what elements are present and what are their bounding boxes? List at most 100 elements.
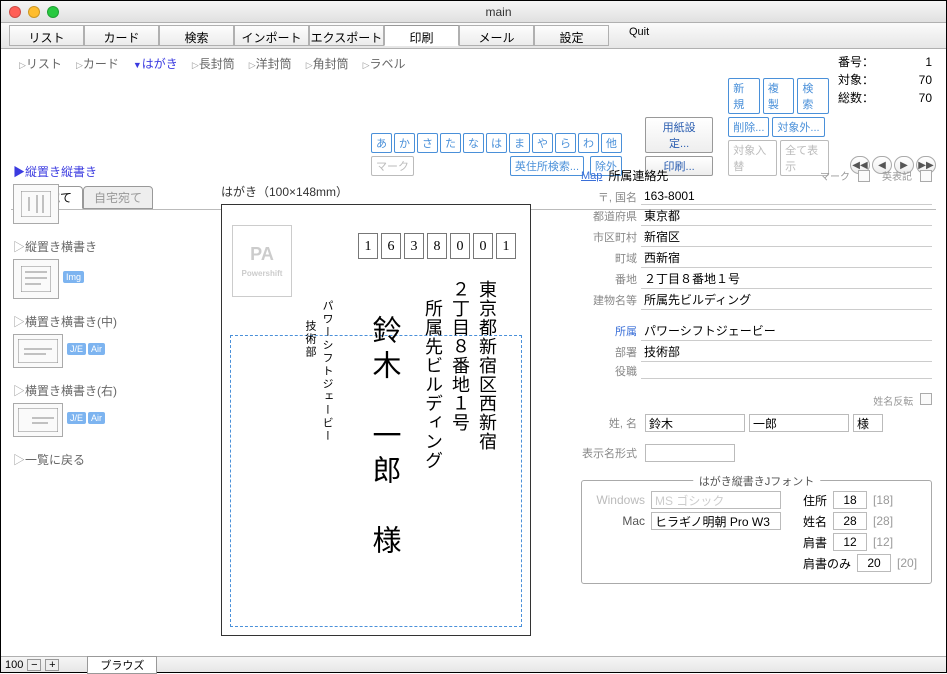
name-reverse-checkbox[interactable] [920, 393, 932, 405]
target-exclude-button[interactable]: 対象外... [772, 117, 824, 137]
tab-list[interactable]: リスト [9, 25, 84, 46]
mark-checkbox[interactable] [858, 170, 870, 182]
city-field[interactable]: 新宿区 [641, 227, 932, 247]
preview-name: 鈴木 一郎 様 [363, 315, 405, 560]
opt-vert-horiz[interactable]: ▷縦置き横書き Img [13, 238, 173, 299]
badge-air-2: Air [88, 412, 105, 424]
dept-label: 部署 [581, 344, 641, 360]
minimize-icon[interactable] [28, 6, 40, 18]
honorific-input[interactable] [853, 414, 883, 432]
shoulder-size-input[interactable] [833, 533, 867, 551]
opt-horiz-right[interactable]: ▷横置き横書き(右) J/EAir [13, 382, 173, 437]
duplicate-button[interactable]: 複製 [763, 78, 795, 114]
subtab-western-env[interactable]: ▷洋封筒 [249, 55, 292, 72]
tab-search[interactable]: 検索 [159, 25, 234, 46]
badge-je-2: J/E [67, 412, 86, 424]
dispname-label: 表示名形式 [581, 445, 641, 461]
affiliation-field[interactable]: パワーシフトジェービー [641, 321, 932, 341]
shoulder-only-default: [20] [897, 556, 917, 570]
name-label: 姓, 名 [581, 415, 641, 431]
shoulder-only-label: 肩書のみ [803, 555, 851, 572]
city-label: 市区町村 [581, 229, 641, 245]
subtab-list[interactable]: ▷リスト [19, 55, 62, 72]
lastname-input[interactable] [645, 414, 745, 432]
kana-ma[interactable]: ま [509, 133, 530, 153]
kana-na[interactable]: な [463, 133, 484, 153]
subtab-square-env[interactable]: ▷角封筒 [306, 55, 349, 72]
thumb-horiz-right-icon [13, 403, 63, 437]
kana-a[interactable]: あ [371, 133, 392, 153]
shoulder-size-label: 肩書 [803, 534, 827, 551]
subtab-card[interactable]: ▷カード [76, 55, 119, 72]
name-size-input[interactable] [833, 512, 867, 530]
town-label: 町域 [581, 250, 641, 266]
kana-sa[interactable]: さ [417, 133, 438, 153]
firstname-input[interactable] [749, 414, 849, 432]
main-toolbar: リスト カード 検索 インポート エクスポート 印刷 メール 設定 Quit [1, 23, 946, 49]
tab-card[interactable]: カード [84, 25, 159, 46]
opt-vert-vert[interactable]: ▶縦置き縦書き [13, 163, 173, 224]
shoulder-only-input[interactable] [857, 554, 891, 572]
bldg-label: 建物名等 [581, 292, 641, 308]
zoom-in-icon[interactable]: + [45, 659, 59, 671]
tab-print[interactable]: 印刷 [384, 25, 459, 46]
preview-from-dept: 技術部 [302, 320, 318, 359]
tab-import[interactable]: インポート [234, 25, 309, 46]
dept-field[interactable]: 技術部 [641, 342, 932, 362]
affiliation-label[interactable]: 所属 [581, 323, 641, 339]
map-link[interactable]: Map [581, 170, 602, 182]
dispname-input[interactable] [645, 444, 735, 462]
close-icon[interactable] [9, 6, 21, 18]
kana-wa[interactable]: わ [578, 133, 599, 153]
preview-address: 東京都新宿区西新宿 ２丁目８番地１号 所属先ビルディング [419, 280, 500, 470]
zip-boxes: 1 6 3 8 0 0 1 [358, 233, 516, 259]
mac-font-select[interactable] [651, 512, 781, 530]
pref-field[interactable]: 東京都 [641, 206, 932, 226]
bldg-field[interactable]: 所属先ビルディング [641, 290, 932, 310]
kana-ka[interactable]: か [394, 133, 415, 153]
zip-2: 6 [381, 233, 401, 259]
street-field[interactable]: ２丁目８番地１号 [641, 269, 932, 289]
thumb-vert-vert-icon [13, 184, 59, 224]
eng-checkbox[interactable] [920, 170, 932, 182]
quit-button[interactable]: Quit [609, 23, 669, 48]
window-title: main [59, 5, 938, 19]
target-value: 70 [882, 71, 932, 89]
kana-filter: あ か さ た な は ま や ら わ 他 [371, 133, 622, 153]
kana-ha[interactable]: は [486, 133, 507, 153]
role-field[interactable] [641, 363, 932, 379]
status-bar: 100 − + ブラウズ [1, 656, 946, 672]
thumb-vert-horiz-icon [13, 259, 59, 299]
zoom-icon[interactable] [47, 6, 59, 18]
name-size-label: 姓名 [803, 513, 827, 530]
kana-ra[interactable]: ら [555, 133, 576, 153]
postal-label: 〒, 国名 [581, 189, 641, 205]
mark-pill[interactable]: マーク [371, 156, 414, 176]
kana-ya[interactable]: や [532, 133, 553, 153]
sub-toolbar: ▷リスト ▷カード ▼はがき ▷長封筒 ▷洋封筒 ▷角封筒 ▷ラベル [1, 49, 946, 74]
subtab-long-env[interactable]: ▷長封筒 [192, 55, 235, 72]
eng-search-button[interactable]: 英住所検索... [510, 156, 584, 176]
subtab-hagaki[interactable]: ▼はがき [133, 55, 178, 72]
search-button[interactable]: 検索 [797, 78, 829, 114]
new-button[interactable]: 新規 [728, 78, 760, 114]
tab-mail[interactable]: メール [459, 25, 534, 46]
opt-horiz-center[interactable]: ▷横置き横書き(中) J/EAir [13, 313, 173, 368]
kana-ta[interactable]: た [440, 133, 461, 153]
tab-export[interactable]: エクスポート [309, 25, 384, 46]
kana-other[interactable]: 他 [601, 133, 622, 153]
font-legend: はがき縦書きJフォント [693, 473, 821, 489]
addr-size-input[interactable] [833, 491, 867, 509]
target-label: 対象： [838, 71, 874, 89]
browse-tab[interactable]: ブラウズ [87, 656, 157, 674]
tab-settings[interactable]: 設定 [534, 25, 609, 46]
zip-1: 1 [358, 233, 378, 259]
delete-button[interactable]: 削除... [728, 117, 769, 137]
subtab-label[interactable]: ▷ラベル [363, 55, 406, 72]
postal-field[interactable]: 163-8001 [641, 188, 932, 205]
zoom-out-icon[interactable]: − [27, 659, 41, 671]
stamp-pa: PA [250, 244, 274, 265]
opt-back-to-list[interactable]: ▷一覧に戻る [13, 451, 173, 468]
page-setup-button[interactable]: 用紙設定... [645, 117, 713, 153]
town-field[interactable]: 西新宿 [641, 248, 932, 268]
